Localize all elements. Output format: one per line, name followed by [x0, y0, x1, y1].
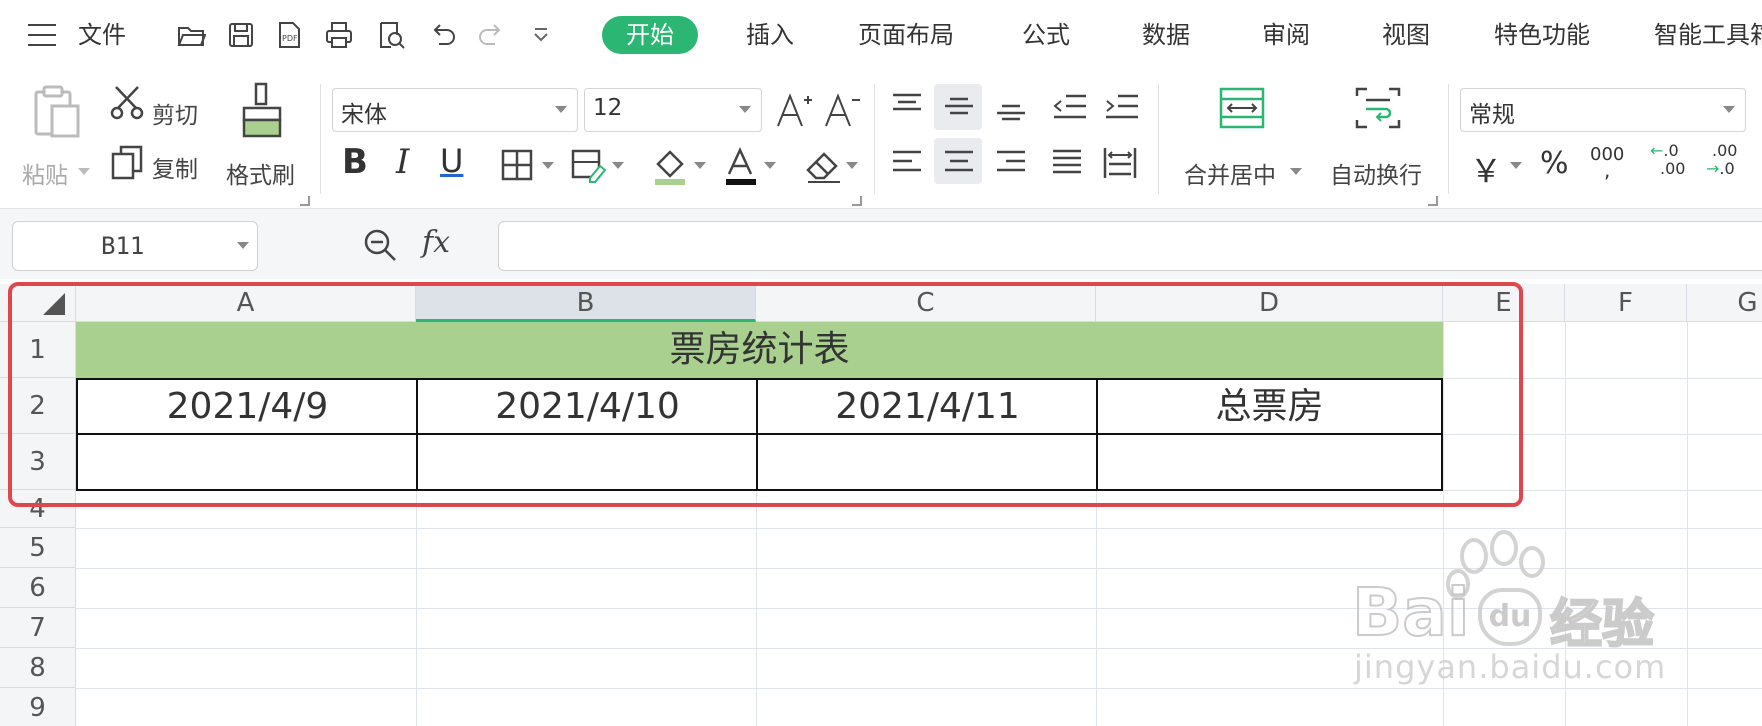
font-name-select[interactable]: 宋体: [332, 88, 578, 132]
redo-icon[interactable]: [476, 20, 506, 50]
watermark-brand-right: 经验: [1549, 594, 1655, 656]
increase-font-size-icon[interactable]: [774, 90, 814, 130]
tab-smart-toolbox[interactable]: 智能工具箱: [1654, 16, 1762, 54]
currency-format-button[interactable]: ￥: [1470, 146, 1502, 192]
tab-insert[interactable]: 插入: [746, 16, 794, 54]
cut-icon[interactable]: [110, 84, 144, 120]
borders-dropdown-icon[interactable]: [542, 162, 554, 169]
merge-center-icon[interactable]: [1218, 86, 1266, 130]
decrease-indent-icon[interactable]: [1052, 92, 1088, 122]
merge-center-button[interactable]: 合并居中: [1184, 156, 1276, 190]
row-header-5[interactable]: 5: [0, 528, 76, 568]
insert-function-button[interactable]: fx: [422, 225, 450, 260]
align-top-icon[interactable]: [890, 92, 924, 122]
watermark-brand-left: Bai: [1351, 573, 1470, 652]
clear-format-dropdown-icon[interactable]: [846, 162, 858, 169]
underline-button[interactable]: U: [440, 142, 463, 180]
merge-dropdown-icon[interactable]: [1290, 168, 1302, 175]
format-painter-icon[interactable]: [240, 82, 284, 142]
fill-color-dropdown-icon[interactable]: [694, 162, 706, 169]
distributed-align-icon[interactable]: [1102, 146, 1138, 180]
tab-formulas[interactable]: 公式: [1022, 16, 1070, 54]
column-header-g[interactable]: G: [1687, 284, 1762, 322]
undo-icon[interactable]: [428, 20, 458, 50]
paste-button[interactable]: 粘贴: [22, 156, 68, 190]
cell-format-icon[interactable]: [570, 148, 610, 184]
row-header-6[interactable]: 6: [0, 568, 76, 608]
copy-button[interactable]: 复制: [152, 150, 198, 184]
fill-color-icon[interactable]: [652, 146, 690, 186]
column-header-f[interactable]: F: [1565, 284, 1687, 322]
export-pdf-icon[interactable]: PDF: [274, 20, 304, 50]
percent-format-button[interactable]: %: [1540, 146, 1569, 181]
tab-data[interactable]: 数据: [1142, 16, 1190, 54]
bold-button[interactable]: B: [342, 142, 368, 182]
row-header-9[interactable]: 9: [0, 688, 76, 726]
tab-review[interactable]: 审阅: [1262, 16, 1310, 54]
align-right-icon[interactable]: [994, 148, 1028, 178]
row-header-8[interactable]: 8: [0, 648, 76, 688]
watermark-du-paw-icon: du: [1478, 588, 1542, 646]
file-menu[interactable]: 文件: [78, 16, 126, 54]
row-header-7[interactable]: 7: [0, 608, 76, 648]
print-icon[interactable]: [324, 20, 354, 50]
increase-indent-icon[interactable]: [1104, 92, 1140, 122]
svg-text:PDF: PDF: [282, 34, 298, 43]
watermark-url: jingyan.baidu.com: [1354, 648, 1667, 686]
borders-icon[interactable]: [500, 148, 534, 182]
chevron-down-icon: [739, 106, 751, 113]
wrap-text-button[interactable]: 自动换行: [1330, 156, 1422, 190]
number-format-select[interactable]: 常规: [1460, 88, 1746, 132]
align-bottom-icon[interactable]: [994, 92, 1028, 122]
tab-view[interactable]: 视图: [1382, 16, 1430, 54]
decrease-font-size-icon[interactable]: [822, 90, 862, 130]
cell-format-dropdown-icon[interactable]: [612, 162, 624, 169]
save-icon[interactable]: [226, 20, 256, 50]
align-left-icon[interactable]: [890, 148, 924, 178]
paste-dropdown-icon[interactable]: [78, 168, 90, 175]
cut-button[interactable]: 剪切: [152, 96, 198, 130]
alignment-group-expand-icon[interactable]: [1428, 196, 1438, 206]
font-size-select[interactable]: 12: [584, 88, 762, 132]
clipboard-group-expand-icon[interactable]: [300, 196, 310, 206]
font-color-dropdown-icon[interactable]: [764, 162, 776, 169]
name-box[interactable]: B11: [12, 221, 258, 271]
font-group-expand-icon[interactable]: [852, 196, 862, 206]
print-preview-icon[interactable]: [376, 20, 406, 50]
formula-bar: B11 fx: [0, 208, 1762, 279]
customize-toolbar-icon[interactable]: [526, 20, 556, 50]
decrease-decimal-button[interactable]: .00 →.0: [1706, 142, 1756, 186]
justify-icon[interactable]: [1050, 148, 1084, 178]
tab-home[interactable]: 开始: [602, 16, 698, 54]
wrap-text-icon[interactable]: [1354, 86, 1402, 130]
align-center-icon[interactable]: [942, 148, 976, 178]
italic-button[interactable]: I: [396, 142, 409, 182]
clear-format-icon[interactable]: [804, 146, 844, 186]
chevron-down-icon: [1723, 106, 1735, 113]
thousands-separator-button[interactable]: 000 ,: [1590, 144, 1630, 184]
formula-input[interactable]: [498, 221, 1762, 271]
ribbon-toolbar: 粘贴 剪切 复制 格式刷 宋体 12 B I U 合并居中 自动换行 常规 ￥ …: [0, 72, 1762, 206]
tab-page-layout[interactable]: 页面布局: [858, 16, 954, 54]
font-color-icon[interactable]: [724, 146, 758, 186]
chevron-down-icon: [237, 242, 249, 249]
open-folder-icon[interactable]: [176, 20, 206, 50]
hamburger-menu-icon[interactable]: [28, 22, 58, 48]
format-painter-button[interactable]: 格式刷: [226, 156, 295, 190]
menu-bar: 文件 PDF 开始 插入 页面布局 公式 数据 审阅 视图 特色功能 智能工具箱: [0, 0, 1762, 70]
increase-decimal-button[interactable]: ←.0 .00: [1650, 142, 1694, 186]
currency-dropdown-icon[interactable]: [1510, 162, 1522, 169]
highlight-box: [8, 282, 1523, 507]
paste-icon[interactable]: [32, 84, 82, 140]
tab-special-features[interactable]: 特色功能: [1494, 16, 1590, 54]
align-middle-icon[interactable]: [942, 92, 976, 122]
chevron-down-icon: [555, 106, 567, 113]
zoom-formula-icon[interactable]: [362, 227, 398, 263]
copy-icon[interactable]: [110, 144, 144, 180]
